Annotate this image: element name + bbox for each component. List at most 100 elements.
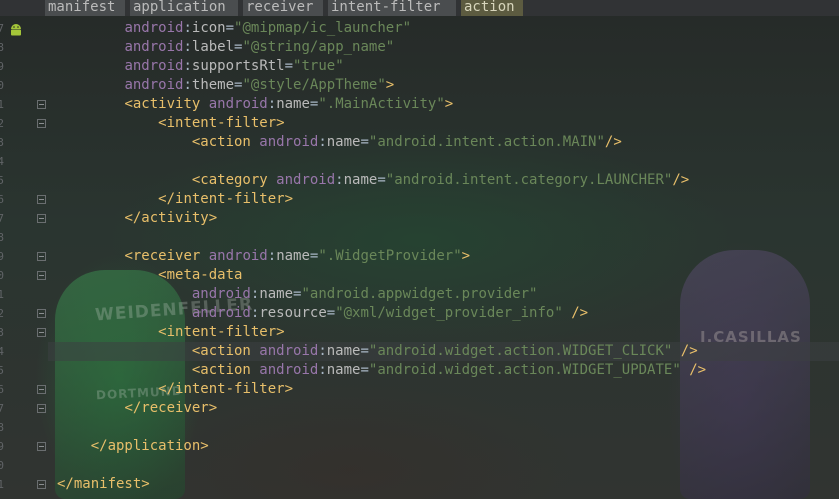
code-token: android xyxy=(259,343,319,359)
code-token: = xyxy=(326,305,336,321)
code-token: name xyxy=(326,362,361,378)
code-line[interactable]: android:icon="@mipmap/ic_launcher" xyxy=(57,19,411,38)
code-token: resource xyxy=(259,305,327,321)
code-line[interactable]: <action android:name="android.widget.act… xyxy=(57,361,706,380)
fold-marker-icon[interactable] xyxy=(37,328,46,337)
line-number: 1 xyxy=(0,98,4,111)
code-line[interactable]: </receiver> xyxy=(57,399,217,418)
code-token: </application> xyxy=(90,438,209,454)
code-token: <receiver xyxy=(124,248,209,264)
code-token: "android.intent.category.LAUNCHER" xyxy=(385,172,673,188)
code-token: "@string/app_name" xyxy=(242,39,395,55)
line-number: 5 xyxy=(0,364,4,377)
code-editor[interactable]: 7 android:icon="@mipmap/ic_launcher" 8 an… xyxy=(0,16,839,499)
code-token: <activity xyxy=(124,96,209,112)
code-token: name xyxy=(326,134,361,150)
code-token: android xyxy=(259,134,319,150)
fold-marker-icon[interactable] xyxy=(37,404,46,413)
breadcrumb-receiver[interactable]: receiver xyxy=(243,0,323,16)
breadcrumb-manifest[interactable]: manifest xyxy=(45,0,125,16)
code-token: "@xml/widget_provider_info" xyxy=(335,305,563,321)
fold-marker-icon[interactable] xyxy=(37,100,46,109)
code-line[interactable]: </intent-filter> xyxy=(57,380,293,399)
code-token: /> xyxy=(672,172,690,188)
code-token: </receiver> xyxy=(124,400,218,416)
breadcrumb: manifest application receiver intent-fil… xyxy=(0,0,839,16)
code-token: : xyxy=(267,248,277,264)
fold-marker-icon[interactable] xyxy=(37,214,46,223)
code-token: name xyxy=(276,96,310,112)
code-token: android xyxy=(124,58,184,74)
code-token: = xyxy=(360,362,369,378)
code-line[interactable]: <intent-filter> xyxy=(57,114,284,133)
code-token: </intent-filter> xyxy=(158,381,294,397)
code-line[interactable]: android:theme="@style/AppTheme"> xyxy=(57,76,394,95)
breadcrumb-action[interactable]: action xyxy=(461,0,523,16)
code-line[interactable]: android:name="android.appwidget.provider… xyxy=(57,285,538,304)
fold-marker-icon[interactable] xyxy=(37,442,46,451)
line-number: 7 xyxy=(0,212,4,225)
fold-marker-icon[interactable] xyxy=(37,480,46,489)
code-token: "android.widget.action.WIDGET_CLICK" xyxy=(368,343,673,359)
code-line[interactable]: <activity android:name=".MainActivity"> xyxy=(57,95,453,114)
fold-marker-icon[interactable] xyxy=(37,252,46,261)
line-number: 9 xyxy=(0,250,4,263)
line-number: 3 xyxy=(0,136,4,149)
fold-marker-icon[interactable] xyxy=(37,309,46,318)
code-line[interactable]: android:label="@string/app_name" xyxy=(57,38,394,57)
code-token: = xyxy=(377,172,386,188)
code-line[interactable]: <receiver android:name=".WidgetProvider"… xyxy=(57,247,470,266)
code-token: : xyxy=(183,58,192,74)
code-token: ".WidgetProvider" xyxy=(318,248,462,264)
code-line[interactable]: android:resource="@xml/widget_provider_i… xyxy=(57,304,588,323)
code-line[interactable]: <intent-filter> xyxy=(57,323,284,342)
fold-marker-icon[interactable] xyxy=(37,385,46,394)
line-number: 1 xyxy=(0,288,4,301)
code-token: "@mipmap/ic_launcher" xyxy=(234,20,412,36)
code-token: android xyxy=(124,77,184,93)
code-line[interactable]: </application> xyxy=(57,437,209,456)
code-token: <action xyxy=(191,343,260,359)
code-token: "@style/AppTheme" xyxy=(242,77,386,93)
code-token: "android.appwidget.provider" xyxy=(301,286,538,302)
fold-marker-icon[interactable] xyxy=(37,119,46,128)
code-line[interactable]: <action android:name="android.intent.act… xyxy=(57,133,622,152)
code-line[interactable]: </intent-filter> xyxy=(57,190,293,209)
code-token: : xyxy=(183,77,192,93)
code-token: </intent-filter> xyxy=(158,191,294,207)
code-line[interactable]: <meta-data xyxy=(57,266,242,285)
code-token: > xyxy=(461,248,471,264)
code-token: name xyxy=(326,343,361,359)
code-token: name xyxy=(259,286,294,302)
code-line[interactable]: <category android:name="android.intent.c… xyxy=(57,171,689,190)
code-token: supportsRtl xyxy=(191,58,285,74)
fold-marker-icon[interactable] xyxy=(37,271,46,280)
fold-marker-icon[interactable] xyxy=(37,195,46,204)
line-number: 3 xyxy=(0,326,4,339)
breadcrumb-intent-filter[interactable]: intent-filter xyxy=(328,0,456,16)
code-line[interactable]: <action android:name="android.widget.act… xyxy=(57,342,698,361)
code-token: : xyxy=(183,20,192,36)
line-number: 2 xyxy=(0,117,4,130)
code-line[interactable]: </activity> xyxy=(57,209,217,228)
code-token: android xyxy=(191,286,251,302)
code-token: theme xyxy=(191,77,235,93)
line-number: 2 xyxy=(0,307,4,320)
code-line[interactable]: </manifest> xyxy=(57,475,150,494)
code-line[interactable]: android:supportsRtl="true" xyxy=(57,57,343,76)
code-token: = xyxy=(360,343,369,359)
breadcrumb-application[interactable]: application xyxy=(130,0,238,16)
